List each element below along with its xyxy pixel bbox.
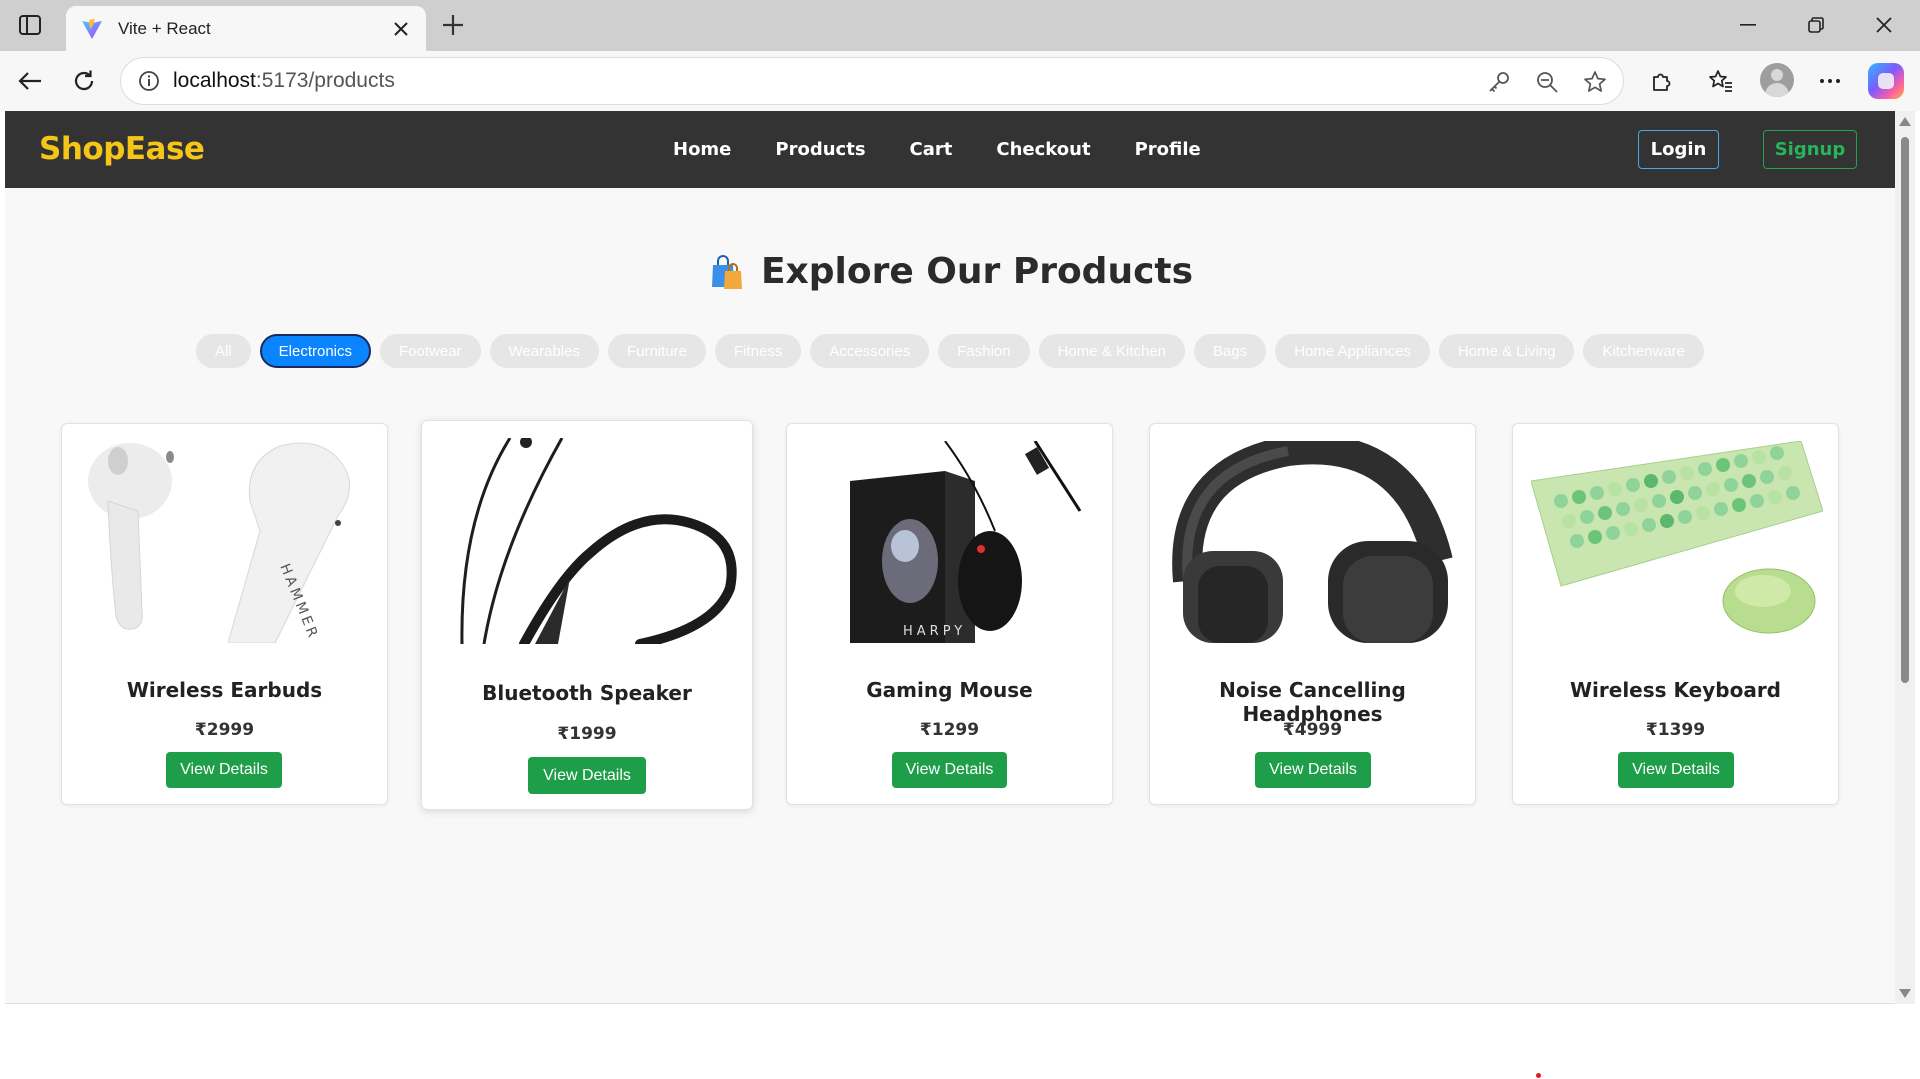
product-price: ₹1999 [557,724,617,744]
back-icon[interactable] [12,63,48,99]
url-path: :5173/products [255,69,395,92]
product-image-neckband [440,438,738,644]
address-bar[interactable]: localhost:5173/products [120,57,1624,105]
restore-icon[interactable] [1796,8,1836,42]
filter-home-living[interactable]: Home & Living [1438,334,1575,368]
view-details-button[interactable]: View Details [528,757,646,794]
browser-tab[interactable]: Vite + React [66,6,426,51]
filter-all[interactable]: All [195,334,251,368]
product-image-mouse: HARPY [805,441,1097,643]
url-text[interactable]: localhost:5173/products [173,69,395,93]
scroll-up-arrow-icon[interactable] [1899,117,1911,126]
brand-logo[interactable]: ShopEase [39,131,205,167]
vite-logo-icon [80,17,104,41]
view-details-button[interactable]: View Details [892,752,1007,788]
filter-fashion[interactable]: Fashion [938,334,1030,368]
product-image-keyboard [1531,441,1823,643]
reload-icon[interactable] [66,63,102,99]
filter-kitchenware[interactable]: Kitchenware [1583,334,1705,368]
zoom-out-icon[interactable] [1531,66,1563,98]
nav-links: Home Products Cart Checkout Profile [673,111,1201,188]
signup-button[interactable]: Signup [1763,130,1857,169]
product-name: Wireless Earbuds [126,678,323,702]
page-heading: Explore Our Products [5,251,1895,292]
site-navbar: ShopEase Home Products Cart Checkout Pro… [5,111,1895,188]
product-name: Wireless Keyboard [1569,678,1781,702]
nav-profile[interactable]: Profile [1135,139,1201,160]
browser-tab-strip: Vite + React [0,0,1920,51]
new-tab-icon[interactable] [436,8,470,42]
desktop-area [0,1005,1920,1079]
product-name: Noise Cancelling Headphones [1219,678,1406,726]
nav-products[interactable]: Products [775,139,865,160]
more-menu-icon[interactable] [1812,63,1848,99]
profile-avatar-icon[interactable] [1760,63,1794,97]
nav-checkout[interactable]: Checkout [996,139,1090,160]
shopping-bags-icon [707,253,745,291]
product-image-headphones [1168,441,1460,643]
product-price: ₹1299 [919,720,980,740]
filter-footwear[interactable]: Footwear [380,334,481,368]
product-card: Bluetooth Speaker ₹1999 View Details [421,420,753,810]
filter-home-appliances[interactable]: Home Appliances [1275,334,1430,368]
product-card: Wireless Keyboard ₹1399 View Details [1512,423,1839,805]
copilot-icon[interactable] [1868,63,1904,99]
product-price: ₹4999 [1282,720,1343,740]
extensions-icon[interactable] [1644,63,1680,99]
browser-toolbar: localhost:5173/products [0,51,1920,111]
product-card: HARPY Gaming Mouse ₹1299 View Details [786,423,1113,805]
view-details-button[interactable]: View Details [1255,752,1371,788]
filter-fitness[interactable]: Fitness [715,334,802,368]
nav-home[interactable]: Home [673,139,731,160]
product-price: ₹1399 [1645,720,1706,740]
tab-close-icon[interactable] [390,18,412,40]
tab-title: Vite + React [118,18,211,38]
password-key-icon[interactable] [1483,66,1515,98]
mouse-box-text: HARPY [903,624,966,639]
scrollbar-thumb[interactable] [1901,137,1909,683]
favorites-icon[interactable] [1703,63,1739,99]
filter-accessories[interactable]: Accessories [810,334,930,368]
product-card: HAMMER Wireless Earbuds ₹2999 View Detai… [61,423,388,805]
filter-wearables[interactable]: Wearables [489,334,599,368]
url-host: localhost [173,69,256,92]
filter-electronics[interactable]: Electronics [259,334,371,368]
login-button[interactable]: Login [1638,130,1719,169]
product-name: Bluetooth Speaker [482,681,692,705]
product-price: ₹2999 [194,720,255,740]
close-window-icon[interactable] [1864,8,1904,42]
product-card: Noise Cancelling Headphones ₹4999 View D… [1149,423,1476,805]
sidebar-toggle-icon[interactable] [14,12,46,38]
filter-bags[interactable]: Bags [1193,334,1267,368]
category-filters: All Electronics Footwear Wearables Furni… [5,334,1895,368]
product-image-earbuds: HAMMER [80,441,372,643]
filter-furniture[interactable]: Furniture [607,334,706,368]
minimize-icon[interactable] [1728,8,1768,42]
page-title: Explore Our Products [760,251,1194,292]
site-info-icon[interactable] [125,57,173,105]
red-dot-marker [1536,1073,1541,1078]
page-scrollbar[interactable] [1895,111,1915,1004]
scroll-down-arrow-icon[interactable] [1899,989,1911,998]
filter-home-kitchen[interactable]: Home & Kitchen [1038,334,1185,368]
product-name: Gaming Mouse [866,678,1033,702]
page-viewport: ShopEase Home Products Cart Checkout Pro… [5,111,1895,1004]
nav-cart[interactable]: Cart [910,139,953,160]
favorite-star-icon[interactable] [1579,66,1611,98]
view-details-button[interactable]: View Details [166,752,282,788]
view-details-button[interactable]: View Details [1618,752,1734,788]
